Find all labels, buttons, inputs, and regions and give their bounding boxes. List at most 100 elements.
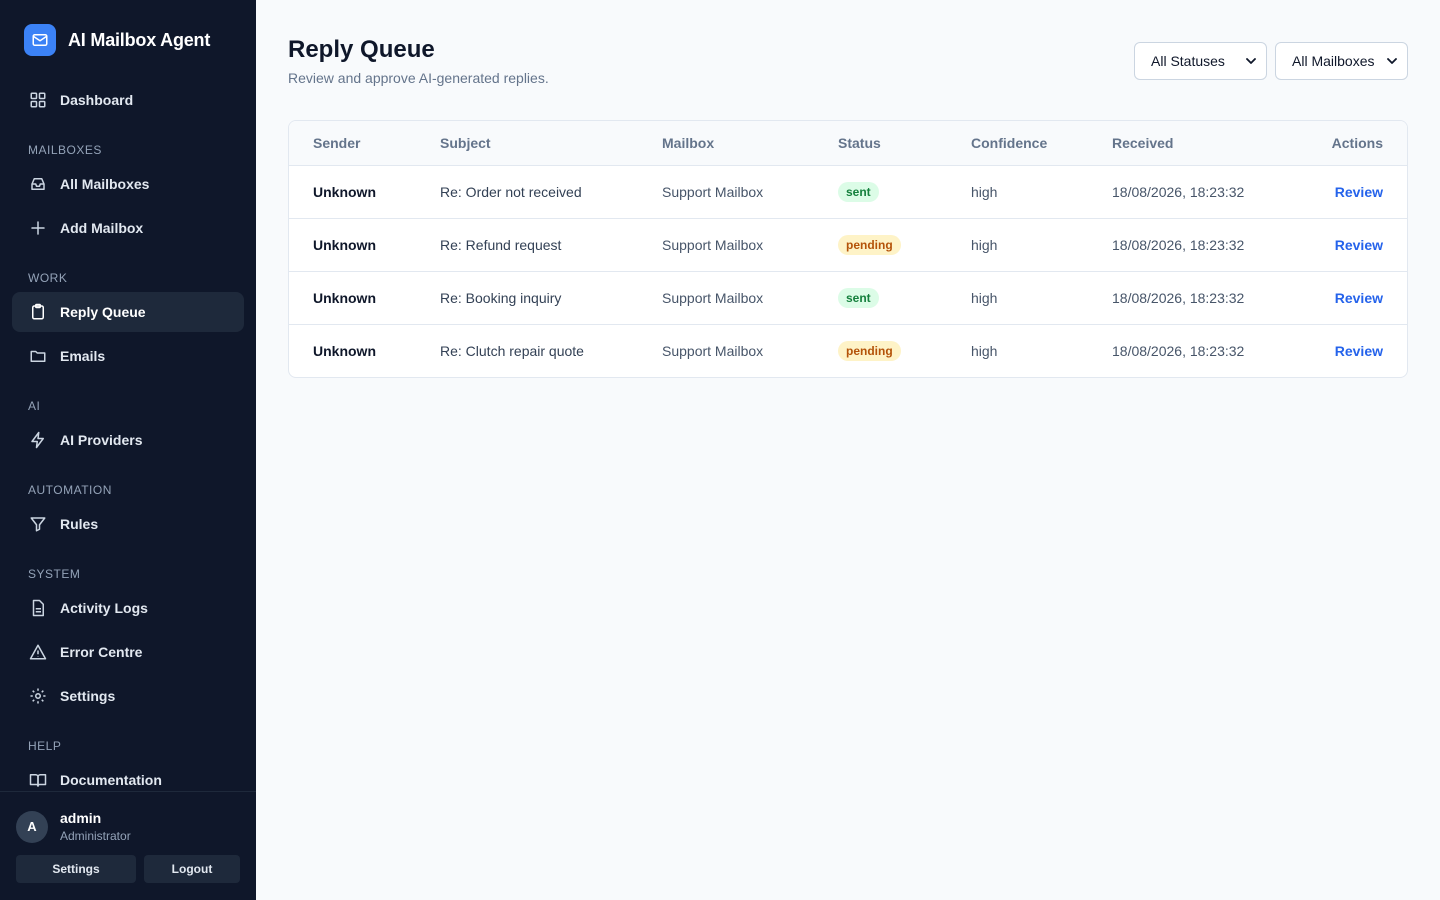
- column-header-confidence: Confidence: [947, 121, 1088, 166]
- status-badge: pending: [838, 234, 901, 255]
- sidebar-item-settings[interactable]: Settings: [12, 676, 244, 716]
- received-cell: 18/08/2026, 18:23:32: [1088, 271, 1294, 325]
- status-badge: sent: [838, 287, 879, 308]
- sidebar-item-label: All Mailboxes: [60, 176, 150, 192]
- app-title: AI Mailbox Agent: [68, 29, 211, 50]
- status-filter-value: All Statuses: [1151, 53, 1225, 69]
- review-link[interactable]: Review: [1335, 237, 1383, 253]
- confidence-cell: high: [947, 271, 1088, 325]
- confidence-cell: high: [947, 218, 1088, 272]
- table-row: Unknown Re: Refund request Support Mailb…: [289, 218, 1407, 272]
- subject-cell: Re: Order not received: [416, 165, 638, 219]
- sender-cell: Unknown: [313, 342, 376, 359]
- mailbox-cell: Support Mailbox: [638, 218, 814, 272]
- sidebar-item-label: Error Centre: [60, 644, 143, 660]
- user-role: Administrator: [60, 829, 131, 843]
- section-label-ai: AI: [28, 399, 41, 413]
- main-content: Reply Queue Review and approve AI-genera…: [256, 0, 1440, 900]
- plus-icon: [28, 218, 48, 238]
- sidebar-item-add-mailbox[interactable]: Add Mailbox: [12, 208, 244, 248]
- mail-icon: [24, 24, 56, 56]
- sidebar-item-label: AI Providers: [60, 432, 143, 448]
- column-header-sender: Sender: [289, 121, 416, 166]
- user-info: A admin Administrator: [16, 810, 240, 843]
- section-label-help: HELP: [28, 739, 62, 753]
- gear-icon: [28, 686, 48, 706]
- status-badge: sent: [838, 181, 879, 202]
- grid-icon: [28, 90, 48, 110]
- book-icon: [28, 770, 48, 790]
- column-header-subject: Subject: [416, 121, 638, 166]
- received-cell: 18/08/2026, 18:23:32: [1112, 342, 1245, 359]
- confidence-cell: high: [947, 165, 1088, 219]
- review-link[interactable]: Review: [1335, 343, 1383, 359]
- column-header-actions: Actions: [1293, 121, 1407, 166]
- status-cell: pending: [814, 324, 947, 377]
- sender-cell: Unknown: [289, 271, 416, 325]
- table-row: Unknown Re: Booking inquiry Support Mail…: [289, 271, 1407, 325]
- mailbox-cell: Support Mailbox: [662, 342, 764, 359]
- lightning-icon: [28, 430, 48, 450]
- brand: AI Mailbox Agent: [0, 0, 256, 80]
- sidebar-item-emails[interactable]: Emails: [12, 336, 244, 376]
- sidebar-item-label: Settings: [60, 688, 116, 704]
- logout-button[interactable]: Logout: [144, 855, 240, 883]
- sidebar-item-label: Rules: [60, 516, 99, 532]
- sidebar-item-reply-queue[interactable]: Reply Queue: [12, 292, 244, 332]
- sidebar-item-label: Activity Logs: [60, 600, 148, 616]
- sidebar-item-label: Add Mailbox: [60, 220, 144, 236]
- section-label-mailboxes: MAILBOXES: [28, 143, 102, 157]
- sender-cell: Unknown: [289, 218, 416, 272]
- sidebar-item-ai-providers[interactable]: AI Providers: [12, 420, 244, 460]
- avatar: A: [16, 810, 48, 843]
- mailbox-filter-select[interactable]: All Mailboxes: [1275, 42, 1408, 80]
- mailbox-filter-value: All Mailboxes: [1292, 53, 1375, 69]
- chevron-down-icon: [1246, 58, 1256, 64]
- warning-icon: [28, 642, 48, 662]
- sidebar: AI Mailbox Agent Dashboard MAILBOXES All…: [0, 0, 256, 900]
- page-header: Reply Queue Review and approve AI-genera…: [288, 32, 1408, 120]
- subject-cell: Re: Booking inquiry: [416, 271, 638, 325]
- status-filter-select[interactable]: All Statuses: [1134, 42, 1267, 80]
- status-badge: pending: [838, 340, 901, 361]
- column-header-status: Status: [814, 121, 947, 166]
- subject-cell: Re: Clutch repair quote: [440, 342, 584, 359]
- table-row: Unknown Re: Order not received Support M…: [289, 165, 1407, 219]
- mailbox-cell: Support Mailbox: [638, 165, 814, 219]
- actions-cell: Review: [1293, 165, 1407, 219]
- received-cell: 18/08/2026, 18:23:32: [1088, 218, 1294, 272]
- review-link[interactable]: Review: [1335, 290, 1383, 306]
- sidebar-nav: Dashboard MAILBOXES All Mailboxes Add Ma…: [0, 80, 256, 800]
- confidence-cell: high: [971, 342, 998, 359]
- sidebar-item-rules[interactable]: Rules: [12, 504, 244, 544]
- column-header-received: Received: [1088, 121, 1294, 166]
- sidebar-item-label: Dashboard: [60, 92, 134, 108]
- sidebar-item-error-centre[interactable]: Error Centre: [12, 632, 244, 672]
- inbox-icon: [28, 174, 48, 194]
- sidebar-item-activity-logs[interactable]: Activity Logs: [12, 588, 244, 628]
- clipboard-icon: [28, 302, 48, 322]
- column-header-mailbox: Mailbox: [638, 121, 814, 166]
- actions-cell: Review: [1293, 271, 1407, 325]
- status-cell: sent: [814, 271, 947, 325]
- user-settings-button[interactable]: Settings: [16, 855, 136, 883]
- sidebar-item-all-mailboxes[interactable]: All Mailboxes: [12, 164, 244, 204]
- sidebar-item-dashboard[interactable]: Dashboard: [12, 80, 244, 120]
- sidebar-item-label: Emails: [60, 348, 106, 364]
- status-cell: sent: [814, 165, 947, 219]
- sender-cell: Unknown: [289, 165, 416, 219]
- section-label-automation: AUTOMATION: [28, 483, 112, 497]
- user-actions: Settings Logout: [16, 855, 240, 883]
- sidebar-item-label: Documentation: [60, 772, 162, 788]
- chevron-down-icon: [1387, 58, 1397, 64]
- page-subtitle: Review and approve AI-generated replies.: [288, 70, 549, 86]
- section-label-system: SYSTEM: [28, 567, 81, 581]
- sidebar-item-label: Reply Queue: [60, 304, 146, 320]
- user-panel: A admin Administrator Settings Logout: [0, 791, 256, 900]
- received-cell: 18/08/2026, 18:23:32: [1088, 165, 1294, 219]
- folder-icon: [28, 346, 48, 366]
- page-title: Reply Queue: [288, 36, 435, 63]
- table-row: Unknown Re: Clutch repair quote Support …: [289, 324, 1407, 377]
- review-link[interactable]: Review: [1335, 184, 1383, 200]
- filter-icon: [28, 514, 48, 534]
